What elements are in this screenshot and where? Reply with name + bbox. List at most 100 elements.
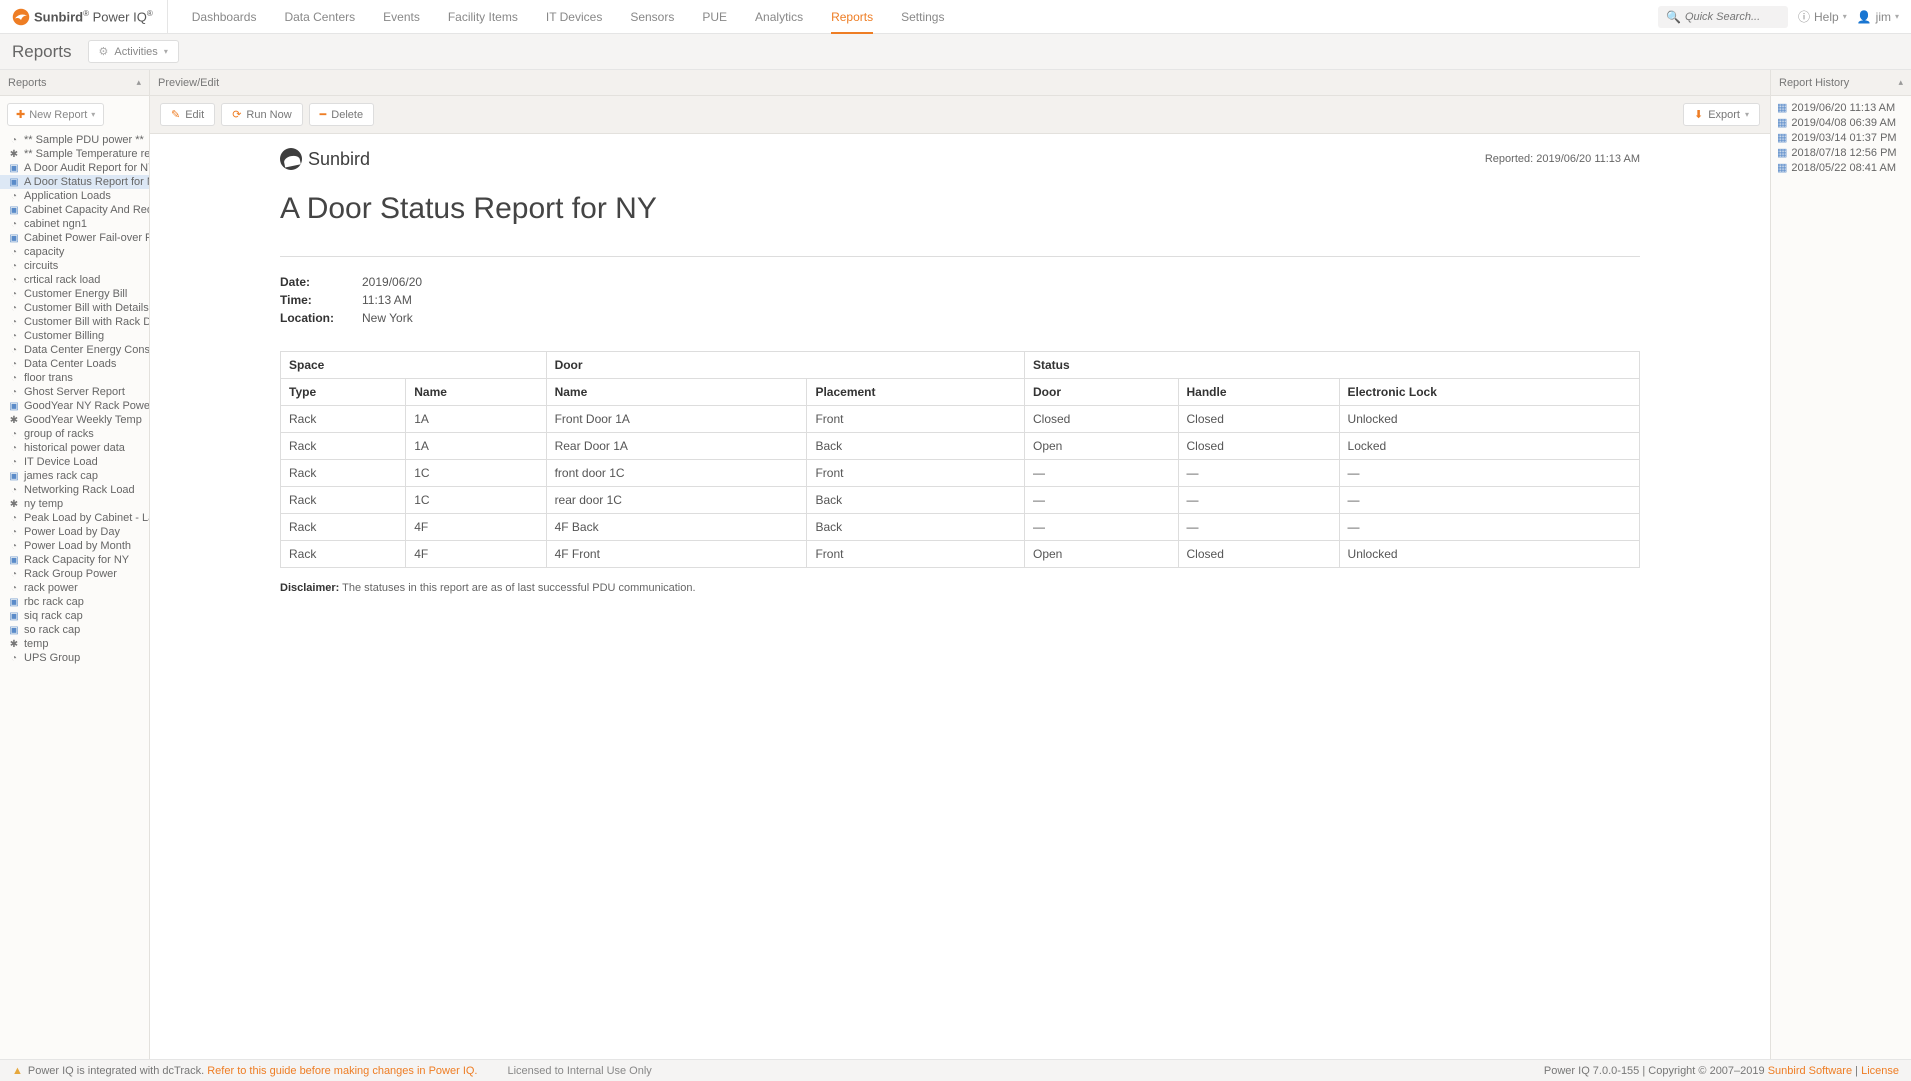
delete-button[interactable]: ━Delete	[309, 103, 374, 126]
tree-item[interactable]: Rack Group Power	[0, 567, 149, 581]
history-item-label: 2019/03/14 01:37 PM	[1791, 132, 1896, 144]
tree-item[interactable]: crtical rack load	[0, 273, 149, 287]
tree-item[interactable]: Data Center Energy Consumption	[0, 343, 149, 357]
report-meta: Date:2019/06/20 Time:11:13 AM Location:N…	[280, 275, 1640, 325]
gauge-icon	[8, 218, 20, 230]
new-report-button[interactable]: ✚ New Report ▾	[7, 103, 104, 126]
tree-item[interactable]: Power Load by Month	[0, 539, 149, 553]
tree-item[interactable]: IT Device Load	[0, 455, 149, 469]
collapse-icon[interactable]: ▴	[136, 77, 141, 88]
tree-item[interactable]: temp	[0, 637, 149, 651]
tree-item[interactable]: ny temp	[0, 497, 149, 511]
nav-facility-items[interactable]: Facility Items	[434, 0, 532, 33]
nav-sensors[interactable]: Sensors	[616, 0, 688, 33]
tree-item-label: group of racks	[24, 428, 94, 440]
tree-item[interactable]: rbc rack cap	[0, 595, 149, 609]
table-cell: Open	[1025, 541, 1179, 568]
table-cell: Closed	[1178, 406, 1339, 433]
activities-label: Activities	[114, 46, 157, 58]
tree-item[interactable]: ** Sample PDU power **	[0, 133, 149, 147]
brand[interactable]: Sunbird® Power IQ®	[12, 0, 168, 33]
nav-data-centers[interactable]: Data Centers	[270, 0, 369, 33]
tree-item[interactable]: Customer Billing	[0, 329, 149, 343]
license-link[interactable]: License	[1861, 1065, 1899, 1077]
tree-item-label: Customer Bill with Details	[24, 302, 149, 314]
edit-label: Edit	[185, 109, 204, 121]
table-cell: Open	[1025, 433, 1179, 460]
tree-item[interactable]: Power Load by Day	[0, 525, 149, 539]
download-icon: ⬇	[1694, 108, 1703, 121]
tree-item[interactable]: A Door Status Report for NY	[0, 175, 149, 189]
collapse-icon[interactable]: ▴	[1898, 77, 1903, 88]
tree-item[interactable]: Peak Load by Cabinet - Last 30 D	[0, 511, 149, 525]
help-dropdown[interactable]: ⓘ Help ▾	[1798, 8, 1847, 25]
table-cell: Rack	[281, 433, 406, 460]
tree-item[interactable]: GoodYear NY Rack Power Cap	[0, 399, 149, 413]
guide-link[interactable]: Refer to this guide before making change…	[207, 1065, 477, 1077]
reports-tree-title: Reports	[8, 77, 47, 89]
gauge-icon	[8, 540, 20, 552]
tree-item[interactable]: ** Sample Temperature report **	[0, 147, 149, 161]
tree-item[interactable]: Ghost Server Report	[0, 385, 149, 399]
divider	[280, 256, 1640, 257]
tree-item[interactable]: Cabinet Power Fail-over Redundancy	[0, 231, 149, 245]
history-item[interactable]: 2018/07/18 12:56 PM	[1777, 145, 1905, 160]
nav-reports[interactable]: Reports	[817, 0, 887, 33]
quick-search[interactable]: 🔍	[1658, 6, 1788, 28]
run-now-button[interactable]: ⟳Run Now	[221, 103, 302, 126]
history-item[interactable]: 2019/03/14 01:37 PM	[1777, 130, 1905, 145]
tree-item[interactable]: Application Loads	[0, 189, 149, 203]
user-dropdown[interactable]: 👤 jim ▾	[1857, 10, 1899, 24]
activities-button[interactable]: ⚙ Activities ▾	[88, 40, 179, 63]
tree-item-label: Rack Capacity for NY	[24, 554, 129, 566]
tree-item[interactable]: siq rack cap	[0, 609, 149, 623]
tree-item[interactable]: cabinet ngn1	[0, 217, 149, 231]
tree-item[interactable]: floor trans	[0, 371, 149, 385]
history-item[interactable]: 2019/04/08 06:39 AM	[1777, 115, 1905, 130]
tree-item[interactable]: james rack cap	[0, 469, 149, 483]
history-item[interactable]: 2018/05/22 08:41 AM	[1777, 160, 1905, 175]
tree-item[interactable]: rack power	[0, 581, 149, 595]
tree-item[interactable]: Customer Bill with Rack Details	[0, 315, 149, 329]
history-item[interactable]: 2019/06/20 11:13 AM	[1777, 100, 1905, 115]
nav-analytics[interactable]: Analytics	[741, 0, 817, 33]
tree-item[interactable]: capacity	[0, 245, 149, 259]
tree-item-label: rack power	[24, 582, 78, 594]
tree-item-label: Power Load by Day	[24, 526, 120, 538]
tree-item-label: A Door Status Report for NY	[24, 176, 149, 188]
tree-item[interactable]: GoodYear Weekly Temp	[0, 413, 149, 427]
table-cell: Front	[807, 460, 1025, 487]
tree-item[interactable]: Networking Rack Load	[0, 483, 149, 497]
tree-item[interactable]: Customer Bill with Details	[0, 301, 149, 315]
table-cell: —	[1178, 514, 1339, 541]
tree-item[interactable]: A Door Audit Report for NY	[0, 161, 149, 175]
nav-settings[interactable]: Settings	[887, 0, 958, 33]
nav-pue[interactable]: PUE	[688, 0, 741, 33]
tree-item[interactable]: Data Center Loads	[0, 357, 149, 371]
tree-item-label: floor trans	[24, 372, 73, 384]
search-input[interactable]	[1685, 11, 1780, 23]
company-link[interactable]: Sunbird Software	[1768, 1065, 1852, 1077]
nav-events[interactable]: Events	[369, 0, 434, 33]
preview-header: Preview/Edit	[150, 70, 1770, 96]
disclaimer: Disclaimer: The statuses in this report …	[280, 582, 1640, 594]
table-group-header: Space	[281, 352, 547, 379]
table-cell: Rack	[281, 487, 406, 514]
tree-item[interactable]: Cabinet Capacity And Redundancy	[0, 203, 149, 217]
edit-button[interactable]: ✎Edit	[160, 103, 215, 126]
nav-dashboards[interactable]: Dashboards	[178, 0, 271, 33]
tree-item[interactable]: so rack cap	[0, 623, 149, 637]
tree-item[interactable]: Rack Capacity for NY	[0, 553, 149, 567]
tree-item[interactable]: Customer Energy Bill	[0, 287, 149, 301]
tree-item[interactable]: historical power data	[0, 441, 149, 455]
table-cell: —	[1025, 514, 1179, 541]
tree-item[interactable]: group of racks	[0, 427, 149, 441]
gauge-icon	[8, 134, 20, 146]
tree-item[interactable]: UPS Group	[0, 651, 149, 665]
table-cell: Rack	[281, 460, 406, 487]
tree-item[interactable]: circuits	[0, 259, 149, 273]
nav-it-devices[interactable]: IT Devices	[532, 0, 616, 33]
gauge-icon	[8, 358, 20, 370]
export-button[interactable]: ⬇Export▾	[1683, 103, 1760, 126]
table-cell: Locked	[1339, 433, 1639, 460]
